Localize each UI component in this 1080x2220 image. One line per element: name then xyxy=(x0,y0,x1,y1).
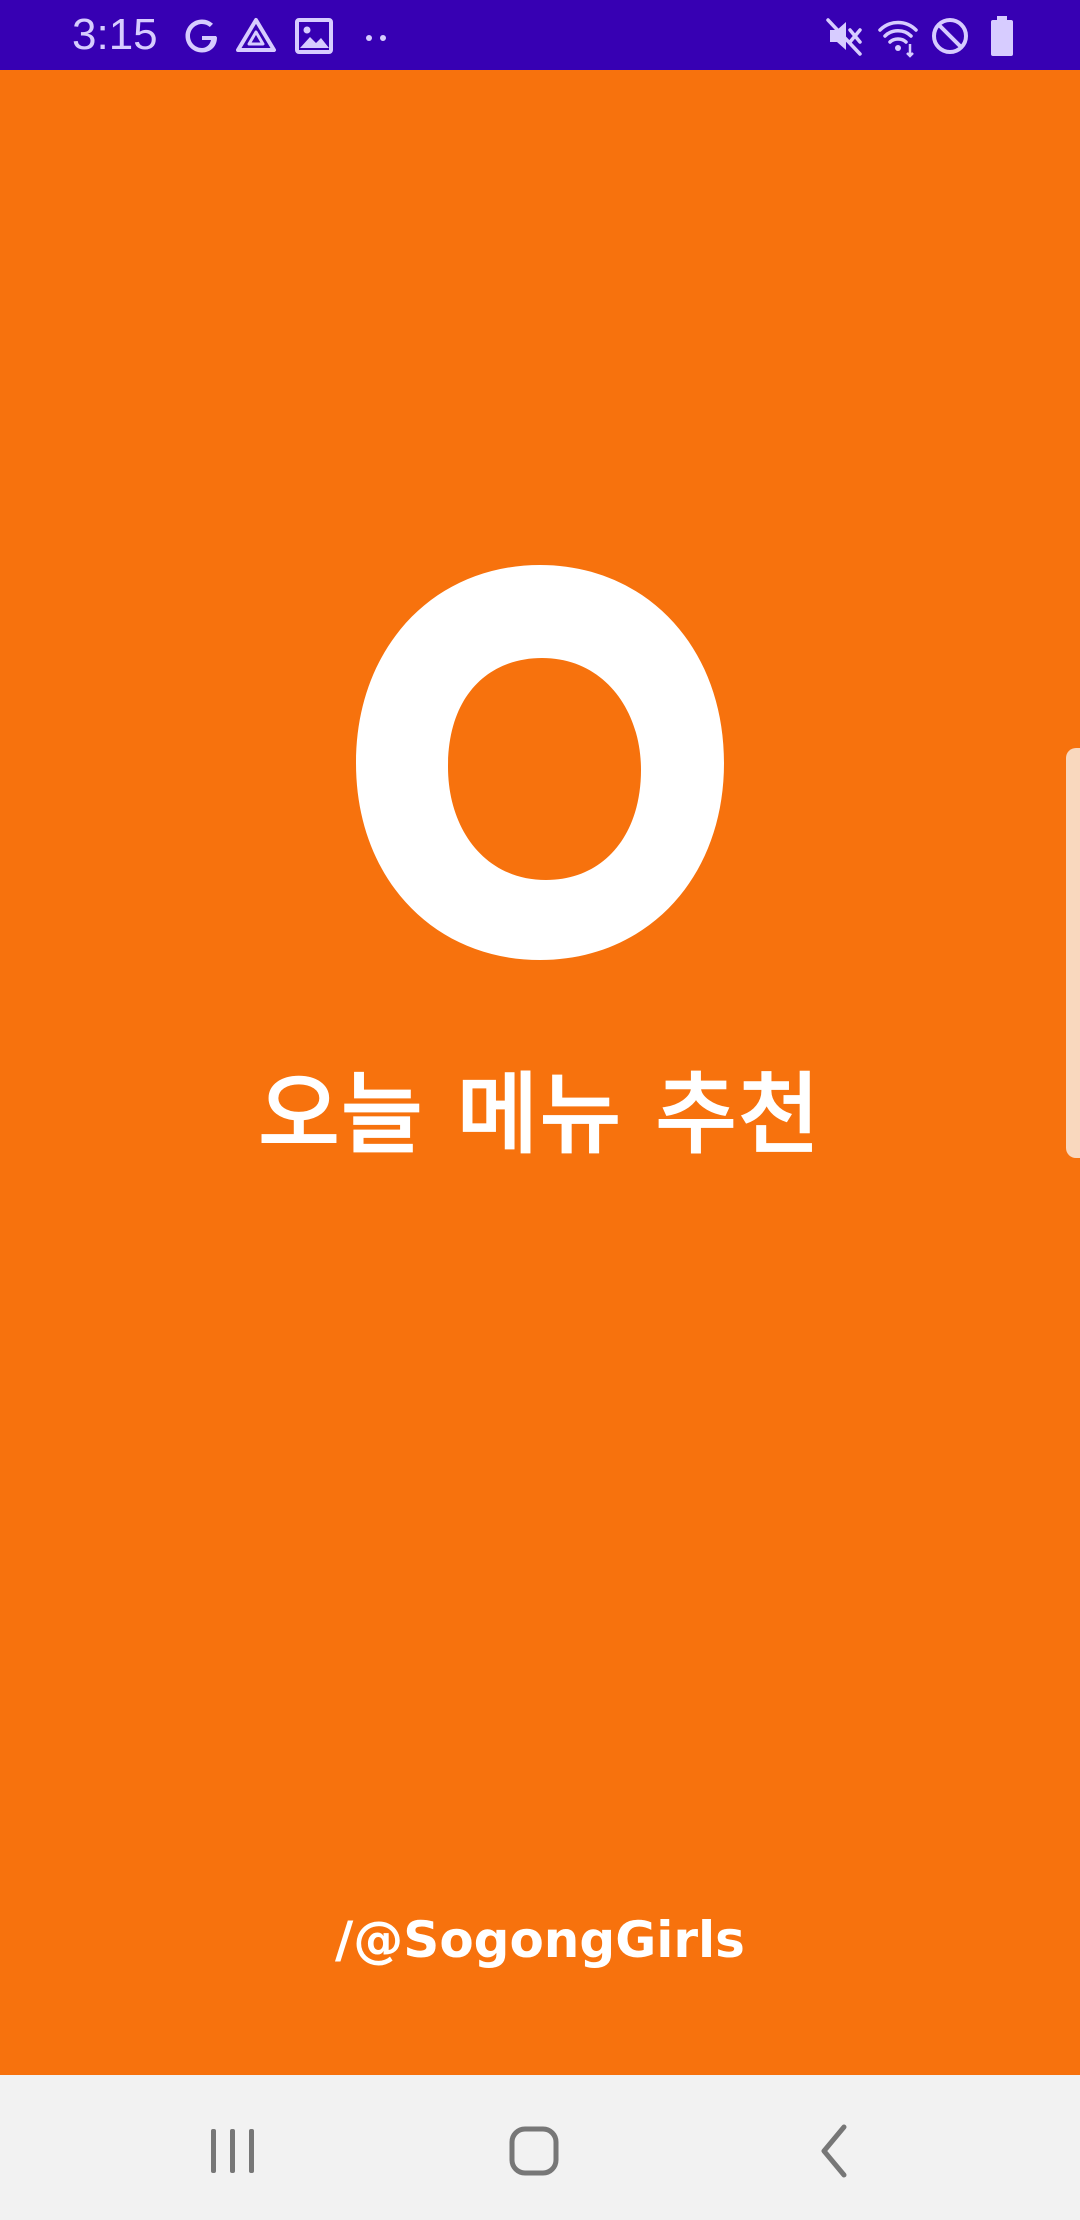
home-button[interactable] xyxy=(494,2111,574,2191)
recent-apps-button[interactable] xyxy=(193,2111,273,2191)
navigation-bar xyxy=(0,2075,1080,2220)
drive-icon xyxy=(234,14,278,58)
wifi-icon xyxy=(876,14,920,58)
recent-apps-icon xyxy=(211,2129,254,2173)
home-icon xyxy=(509,2126,559,2176)
more-notifications-icon xyxy=(354,14,398,58)
edge-panel-handle[interactable] xyxy=(1066,748,1080,1158)
do-not-disturb-icon xyxy=(928,14,972,58)
app-title: 오늘 메뉴 추천 xyxy=(258,1063,822,1166)
splash-screen: 3:15 오늘 메뉴 추천 /@SogongGirls xyxy=(0,0,1080,2220)
gallery-icon xyxy=(292,14,336,58)
mute-icon xyxy=(822,14,866,58)
app-logo-icon xyxy=(356,565,724,960)
developer-handle: /@SogongGirls xyxy=(335,1911,745,1969)
back-icon xyxy=(821,2124,847,2178)
battery-icon xyxy=(980,14,1024,58)
status-bar: 3:15 xyxy=(0,0,1080,70)
status-time: 3:15 xyxy=(72,10,158,59)
back-button[interactable] xyxy=(796,2111,876,2191)
google-icon xyxy=(180,14,224,58)
